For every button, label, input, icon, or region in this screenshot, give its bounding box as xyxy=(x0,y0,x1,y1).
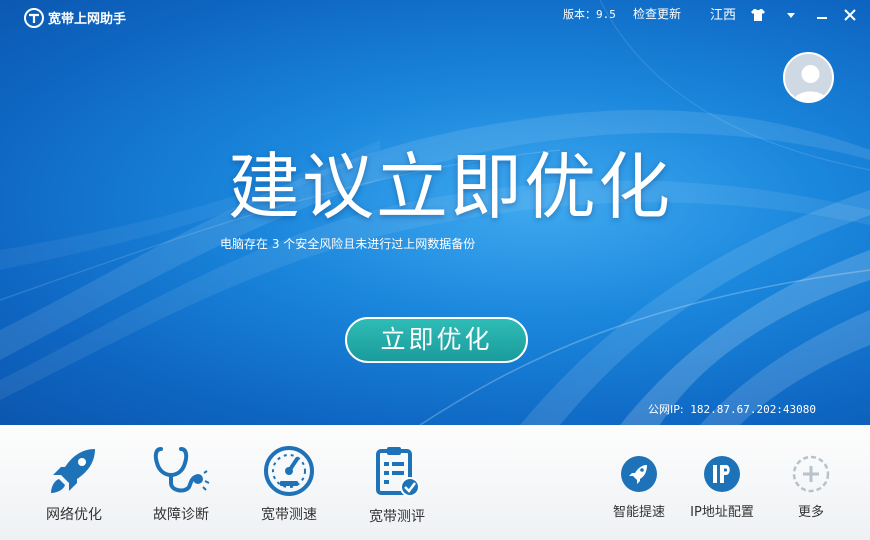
optimize-now-button[interactable]: 立即优化 xyxy=(345,317,528,363)
toolbar-panel: 网络优化 故障诊断 宽带测速 宽带测评 智能提速 IP地址配置 更多 xyxy=(0,425,870,540)
speedometer-icon xyxy=(264,446,314,496)
risk-summary: 电脑存在 3 个安全风险且未进行过上网数据备份 xyxy=(220,237,476,251)
tshirt-icon[interactable] xyxy=(749,6,767,24)
tool-speed-test[interactable]: 宽带测速 xyxy=(249,445,329,524)
tool-broadband-review[interactable]: 宽带测评 xyxy=(357,445,437,526)
tool-fault-diagnosis[interactable]: 故障诊断 xyxy=(141,445,221,524)
hero-banner: 宽带上网助手 版本：9.5 检查更新 江西 建议立即优化 电脑存在 3 个安全风… xyxy=(0,0,870,425)
quick-more[interactable]: 更多 xyxy=(771,455,851,520)
plus-circle-icon xyxy=(792,455,830,493)
tool-label: 宽带测速 xyxy=(261,507,317,523)
clipboard-check-icon xyxy=(376,447,420,497)
tool-label: 宽带测评 xyxy=(369,509,425,525)
region-label[interactable]: 江西 xyxy=(710,4,736,23)
minimize-icon[interactable] xyxy=(813,6,831,24)
broadband-logo-icon xyxy=(24,8,44,28)
ip-circle-icon xyxy=(704,456,740,492)
tool-label: 故障诊断 xyxy=(153,507,209,523)
public-ip: 公网IP: 182.87.67.202:43080 xyxy=(648,401,816,417)
dropdown-arrow-icon[interactable] xyxy=(782,6,800,24)
rocket-circle-icon xyxy=(621,456,657,492)
recommendation-headline: 建议立即优化 xyxy=(227,145,672,229)
quick-label: 更多 xyxy=(797,505,824,520)
quick-label: IP地址配置 xyxy=(690,505,754,520)
quick-label: 智能提速 xyxy=(612,505,665,520)
tool-label: 网络优化 xyxy=(46,507,102,523)
close-icon[interactable] xyxy=(841,6,859,24)
check-update-link[interactable]: 检查更新 xyxy=(633,5,681,22)
rocket-icon xyxy=(51,449,95,493)
stethoscope-icon xyxy=(153,447,210,493)
quick-ip-config[interactable]: IP地址配置 xyxy=(682,455,762,520)
public-ip-value: 182.87.67.202:43080 xyxy=(690,403,817,416)
app-title: 宽带上网助手 xyxy=(48,12,127,27)
quick-smart-speedup[interactable]: 智能提速 xyxy=(599,455,679,520)
title-bar: 宽带上网助手 版本：9.5 检查更新 江西 xyxy=(0,0,870,30)
tool-network-optimize[interactable]: 网络优化 xyxy=(34,445,114,524)
version-label: 版本：9.5 xyxy=(563,8,616,21)
user-avatar-icon[interactable] xyxy=(783,52,834,103)
public-ip-label: 公网IP: xyxy=(648,403,684,416)
